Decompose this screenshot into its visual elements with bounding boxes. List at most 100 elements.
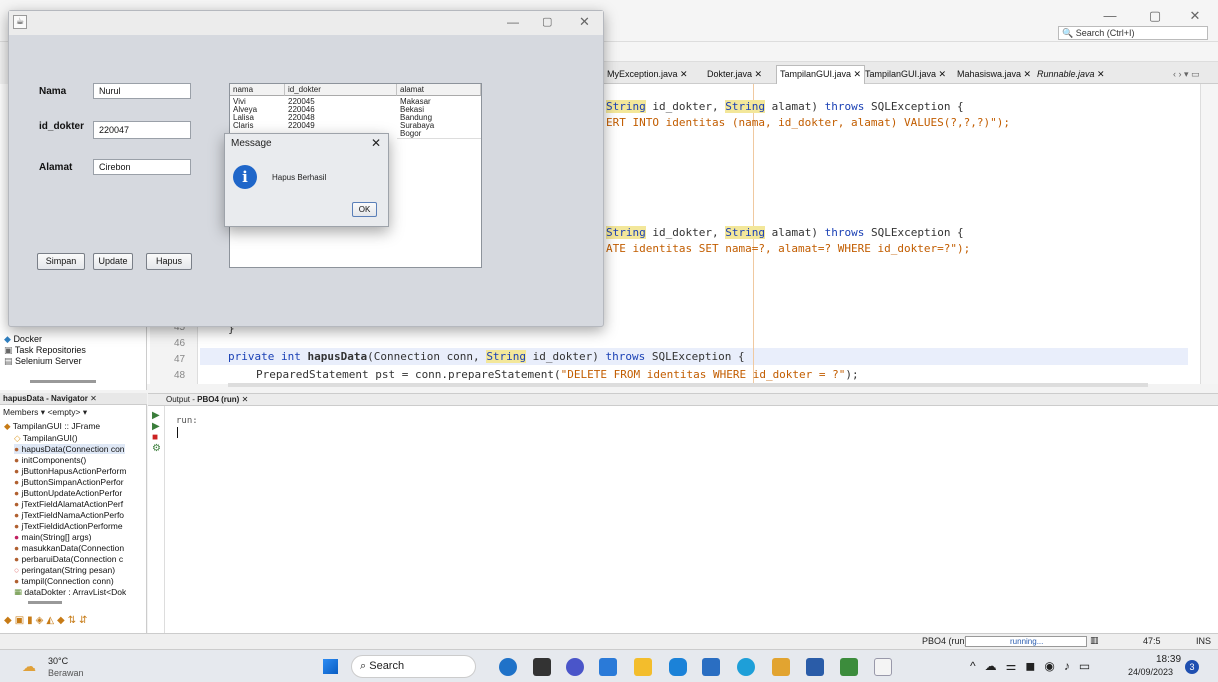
output-divider bbox=[164, 406, 165, 634]
method-icon: ● bbox=[14, 543, 20, 553]
method-icon: ● bbox=[14, 499, 20, 509]
table-cell[interactable]: Claris bbox=[230, 122, 253, 130]
output-text: run: bbox=[176, 416, 198, 426]
netbeans-icon[interactable] bbox=[806, 658, 824, 676]
output-toolbar-icons[interactable]: ▶ ▶ ■ ⚙ bbox=[152, 410, 161, 454]
task-view-icon[interactable] bbox=[533, 658, 551, 676]
navigator-item[interactable]: ● jButtonHapusActionPerform bbox=[14, 466, 126, 476]
method-icon: ● bbox=[14, 455, 20, 465]
navigator-root[interactable]: ◆ TampilanGUI :: JFrame bbox=[4, 421, 100, 431]
dialog-close-icon[interactable]: ✕ bbox=[371, 136, 381, 150]
navigator-item[interactable]: ● tampil(Connection conn) bbox=[14, 576, 114, 586]
windows-start-icon[interactable] bbox=[323, 659, 338, 674]
chrome-icon[interactable] bbox=[737, 658, 755, 676]
task-repositories-item[interactable]: ▣ Task Repositories bbox=[4, 345, 86, 355]
nama-field[interactable]: Nurul bbox=[93, 83, 191, 99]
chat-icon[interactable] bbox=[566, 658, 584, 676]
table-cell[interactable]: 220049 bbox=[285, 122, 315, 130]
minimize-icon[interactable]: — bbox=[1100, 8, 1120, 24]
ide-search-input[interactable]: 🔍 Search (Ctrl+I) bbox=[1058, 26, 1208, 40]
navigator-item[interactable]: ● jButtonUpdateActionPerfor bbox=[14, 488, 122, 498]
close-icon[interactable]: ✕ bbox=[1185, 8, 1205, 24]
dialog-title: Message bbox=[231, 138, 272, 149]
java-app-icon[interactable] bbox=[874, 658, 892, 676]
horizontal-scrollbar[interactable] bbox=[228, 383, 1148, 387]
app-minimize-icon[interactable]: — bbox=[507, 15, 519, 29]
code-line-1: String id_dokter, String alamat) throws … bbox=[606, 100, 964, 113]
simpan-button[interactable]: Simpan bbox=[37, 253, 85, 270]
edge-icon[interactable] bbox=[499, 658, 517, 676]
app-close-icon[interactable]: ✕ bbox=[579, 14, 590, 30]
method-icon: ○ bbox=[14, 565, 20, 575]
app-icon[interactable] bbox=[702, 658, 720, 676]
weather-desc[interactable]: Berawan bbox=[48, 668, 84, 678]
navigator-item[interactable]: ● masukkanData(Connection bbox=[14, 543, 124, 553]
navigator-item[interactable]: ● jTextFieldidActionPerforme bbox=[14, 521, 123, 531]
output-panel: Output - PBO4 (run) ✕ ▶ ▶ ■ ⚙ run: bbox=[148, 393, 1218, 634]
output-cursor bbox=[177, 427, 178, 438]
tab-mahasiswa[interactable]: Mahasiswa.java ✕ bbox=[954, 66, 1034, 82]
clock-date[interactable]: 24/09/2023 bbox=[1128, 667, 1173, 677]
column-header-id-dokter[interactable]: id_dokter bbox=[285, 84, 397, 96]
tab-dokter[interactable]: Dokter.java ✕ bbox=[704, 66, 765, 82]
taskbar: ☁ 30°C Berawan ⌕ Search ^☁⚌◼◉♪▭ 18:39 24… bbox=[0, 649, 1218, 682]
ide-toolbar bbox=[600, 42, 1218, 62]
navigator-item[interactable]: ● hapusData(Connection con bbox=[14, 444, 125, 454]
navigator-item[interactable]: ◇ TampilanGUI() bbox=[14, 433, 78, 443]
docker-item[interactable]: ◆ Docker bbox=[4, 334, 42, 344]
selenium-server-item[interactable]: ▤ Selenium Server bbox=[4, 356, 82, 366]
weather-temp[interactable]: 30°C bbox=[48, 656, 68, 666]
tab-tampilangui-active[interactable]: TampilanGUI.java ✕ bbox=[776, 65, 866, 84]
tab-tampilangui[interactable]: TampilanGUI.java ✕ bbox=[862, 66, 949, 82]
app-icon[interactable] bbox=[840, 658, 858, 676]
server-icon: ▤ bbox=[4, 356, 13, 366]
notification-icon[interactable]: ▥ bbox=[1090, 635, 1099, 646]
tab-myexception[interactable]: MyException.java ✕ bbox=[604, 66, 691, 82]
output-tab[interactable]: Output - PBO4 (run) ✕ bbox=[148, 394, 1218, 406]
file-explorer-icon[interactable] bbox=[634, 658, 652, 676]
column-header-alamat[interactable]: alamat bbox=[397, 84, 481, 96]
navigator-filter[interactable]: Members ▾ <empty> ▾ bbox=[3, 407, 87, 418]
method-icon: ● bbox=[14, 477, 20, 487]
tab-scroll-icon[interactable]: ‹ › ▾ ▭ bbox=[1170, 66, 1203, 82]
constructor-icon: ◇ bbox=[14, 433, 21, 443]
code-line-6: private int hapusData(Connection conn, S… bbox=[228, 350, 745, 363]
app-maximize-icon[interactable]: ▢ bbox=[542, 15, 552, 28]
navigator-item[interactable]: ● perbaruiData(Connection c bbox=[14, 554, 123, 564]
column-header-nama[interactable]: nama bbox=[230, 84, 285, 96]
navigator-item[interactable]: ▦ dataDokter : ArrayList<Dok bbox=[14, 587, 126, 595]
hapus-button[interactable]: Hapus bbox=[146, 253, 192, 270]
clock-time[interactable]: 18:39 bbox=[1156, 654, 1181, 665]
navigator-toolbar-icons[interactable]: ◆▣▮◈◭◆⇅⇵ bbox=[4, 615, 90, 626]
alamat-field[interactable]: Cirebon bbox=[93, 159, 191, 175]
app-titlebar: ☕ — ▢ ✕ bbox=[9, 11, 603, 35]
panel-scrollbar[interactable] bbox=[30, 380, 96, 383]
navigator-item[interactable]: ○ peringatan(String pesan) bbox=[14, 565, 115, 575]
taskbar-search[interactable]: ⌕ Search bbox=[351, 655, 476, 678]
ok-button[interactable]: OK bbox=[352, 202, 377, 217]
tab-runnable[interactable]: Runnable.java ✕ bbox=[1034, 66, 1108, 82]
ide-statusbar: PBO4 (run) running... ▥ 47:5 INS bbox=[0, 633, 1218, 649]
navigator-item[interactable]: ● main(String[] args) bbox=[14, 532, 91, 542]
message-dialog: Message ✕ i Hapus Berhasil OK bbox=[224, 133, 389, 227]
navigator-scrollbar[interactable] bbox=[28, 601, 62, 604]
table-cell[interactable]: Bogor bbox=[397, 130, 481, 139]
mail-icon[interactable] bbox=[669, 658, 687, 676]
info-icon: i bbox=[233, 165, 257, 189]
class-icon: ◆ bbox=[4, 421, 11, 431]
update-button[interactable]: Update bbox=[93, 253, 133, 270]
weather-icon[interactable]: ☁ bbox=[22, 658, 36, 675]
navigator-item[interactable]: ● jTextFieldNamaActionPerfo bbox=[14, 510, 124, 520]
method-icon: ● bbox=[14, 444, 20, 454]
navigator-item[interactable]: ● jTextFieldAlamatActionPerf bbox=[14, 499, 123, 509]
notification-badge[interactable]: 3 bbox=[1185, 660, 1199, 674]
store-icon[interactable] bbox=[599, 658, 617, 676]
maximize-icon[interactable]: ▢ bbox=[1145, 8, 1165, 24]
navigator-item[interactable]: ● initComponents() bbox=[14, 455, 86, 465]
dialog-message: Hapus Berhasil bbox=[272, 173, 327, 182]
navigator-item[interactable]: ● jButtonSimpanActionPerfor bbox=[14, 477, 124, 487]
id-dokter-field[interactable]: 220047 bbox=[93, 121, 191, 139]
error-stripe bbox=[1200, 84, 1218, 384]
system-tray-icons[interactable]: ^☁⚌◼◉♪▭ bbox=[970, 659, 1099, 673]
app-icon[interactable] bbox=[772, 658, 790, 676]
